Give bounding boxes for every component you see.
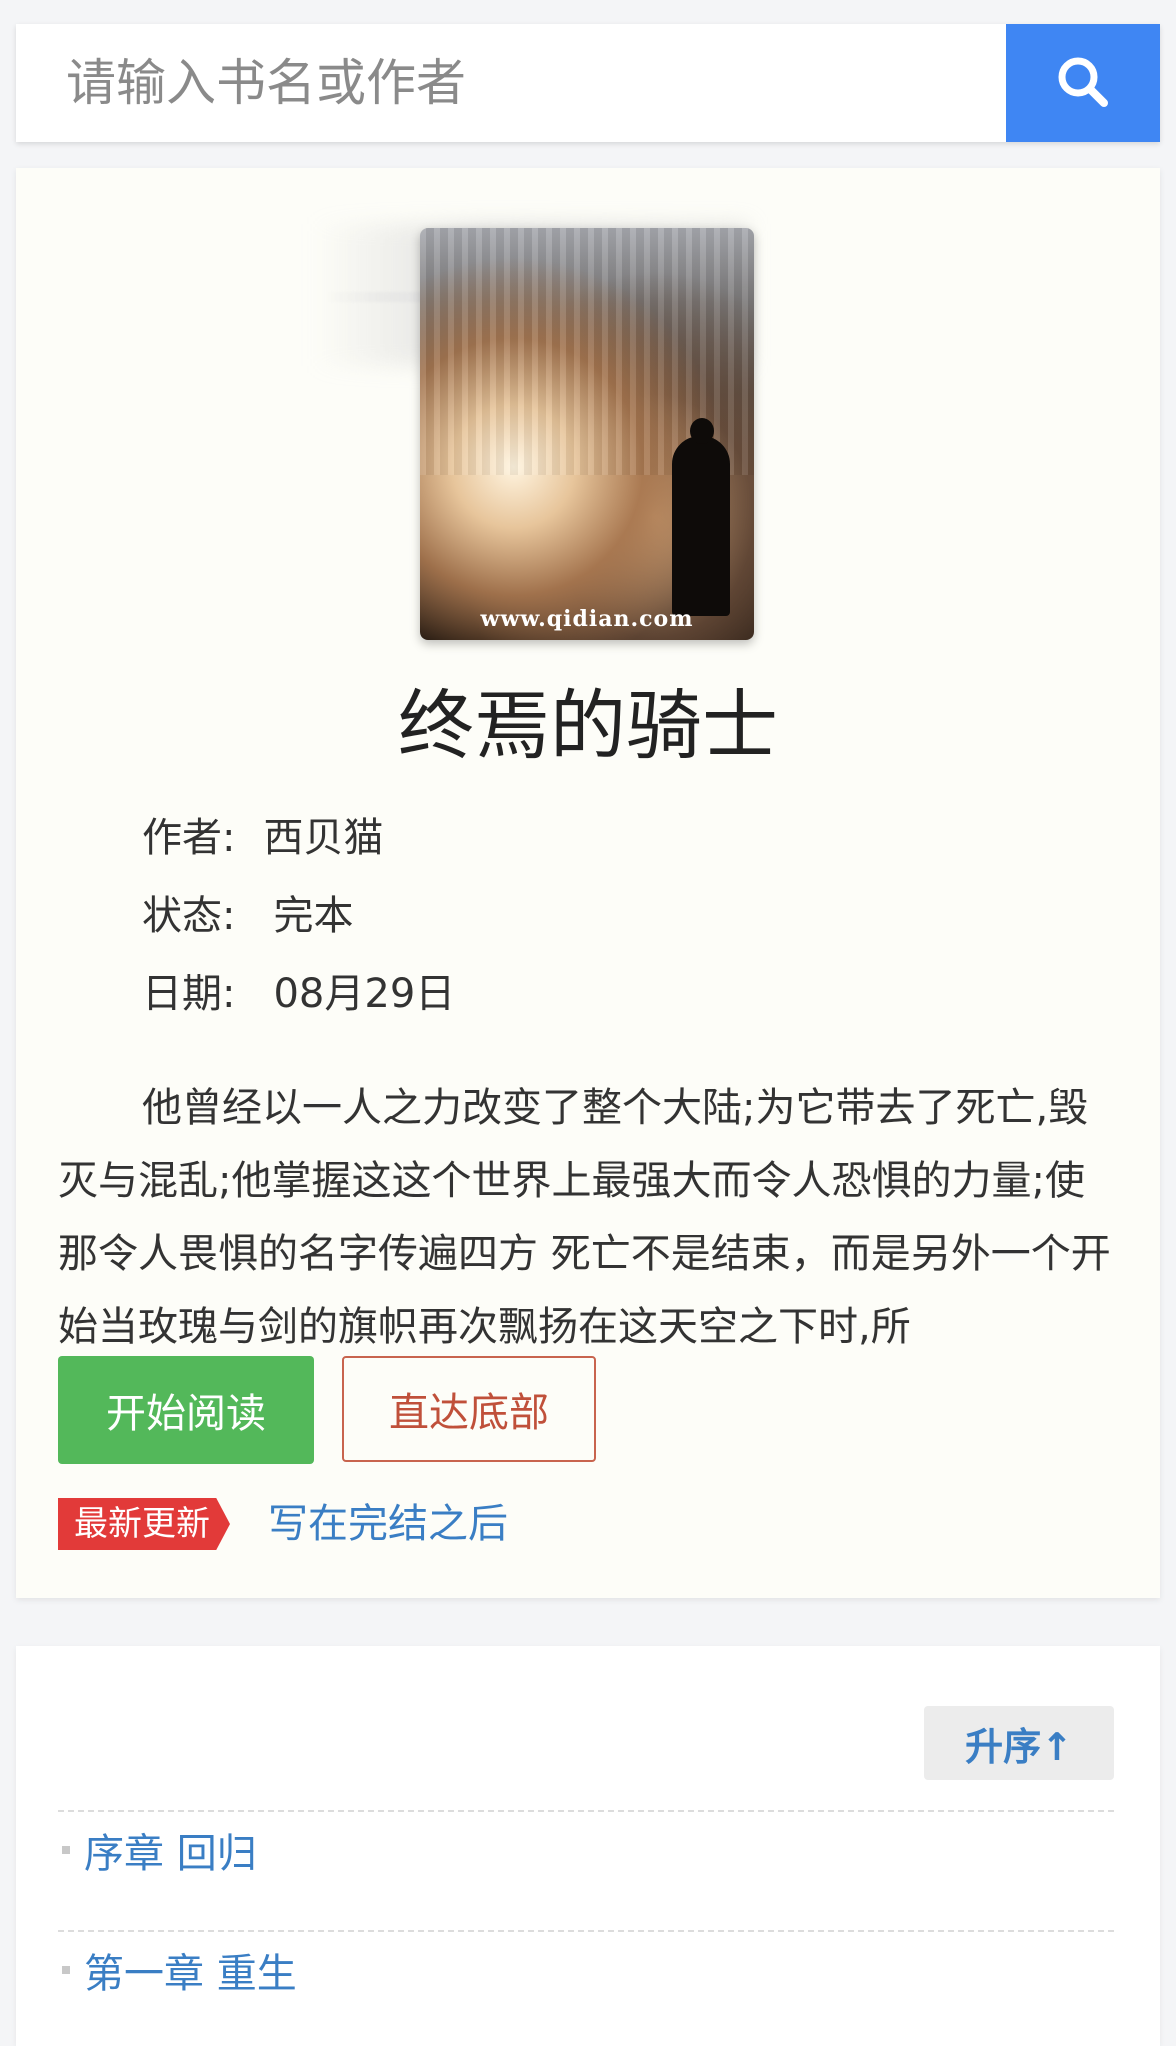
latest-chapter-link[interactable]: 写在完结之后 <box>268 1496 508 1552</box>
search-input[interactable] <box>16 24 1006 142</box>
date-label: 日期: <box>142 971 236 1017</box>
status-label: 状态: <box>142 893 236 939</box>
author-row: 作者: 西贝猫 <box>142 818 383 858</box>
chapter-link[interactable]: 第一章 重生 <box>84 1941 297 1999</box>
chapter-link[interactable]: 序章 回归 <box>84 1821 257 1879</box>
cover-watermark: www.qidian.com <box>480 606 694 632</box>
sort-order-button[interactable]: 升序↑ <box>924 1706 1114 1780</box>
start-reading-button[interactable]: 开始阅读 <box>58 1356 314 1464</box>
divider <box>58 1930 1114 1932</box>
author-label: 作者: <box>142 815 236 861</box>
book-info-card: www.qidian.com 终焉的骑士 作者: 西贝猫 状态: 完本 日期: 08月… <box>16 168 1160 1598</box>
date-row: 日期: 08月29日 <box>142 974 455 1014</box>
book-cover[interactable]: www.qidian.com <box>420 228 754 640</box>
date-value: 08月29日 <box>273 971 456 1017</box>
search-icon <box>1054 53 1112 114</box>
chapter-item[interactable]: 序章 回归 <box>58 1822 257 1878</box>
latest-update-badge: 最新更新 <box>58 1498 230 1550</box>
status-row: 状态: 完本 <box>142 896 353 936</box>
go-to-bottom-button[interactable]: 直达底部 <box>342 1356 596 1462</box>
bullet-icon <box>62 1966 70 1974</box>
status-value: 完本 <box>273 893 354 939</box>
divider <box>58 1810 1114 1812</box>
chapter-list-card: 升序↑ 序章 回归 第一章 重生 <box>16 1646 1160 2046</box>
search-bar <box>16 24 1160 142</box>
search-button[interactable] <box>1006 24 1160 142</box>
chapter-item[interactable]: 第一章 重生 <box>58 1942 297 1998</box>
bullet-icon <box>62 1846 70 1854</box>
author-value: 西贝猫 <box>263 815 384 861</box>
book-title: 终焉的骑士 <box>398 681 778 770</box>
book-description: 他曾经以一人之力改变了整个大陆;为它带去了死亡,毁灭与混乱;他掌握这这个世界上最… <box>58 1085 1111 1350</box>
cover-figure-silhouette <box>672 418 730 616</box>
